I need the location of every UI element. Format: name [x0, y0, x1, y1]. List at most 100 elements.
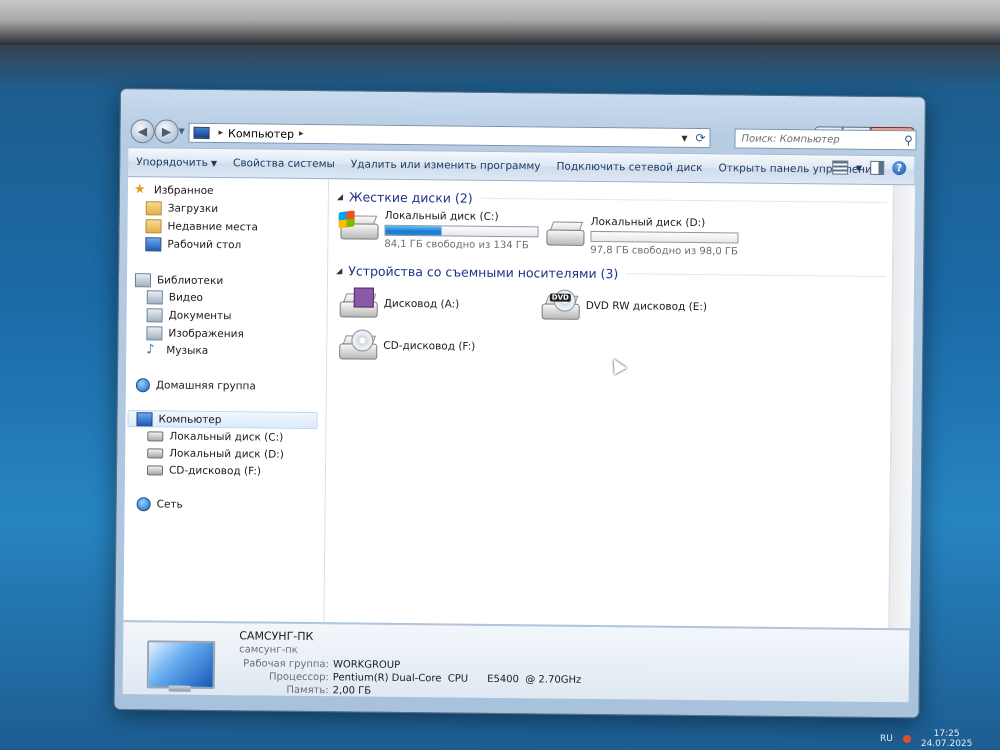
breadcrumb-computer[interactable]: Компьютер: [228, 127, 294, 141]
dvd-drive-icon: DVD: [540, 289, 580, 321]
sidebar-item-label: Изображения: [168, 327, 244, 340]
drive-tile-dvd[interactable]: DVD DVD RW дисковод (E:): [540, 289, 708, 323]
refresh-icon[interactable]: ⟳: [695, 131, 705, 145]
recent-places-icon: [145, 218, 162, 233]
collapse-triangle-icon[interactable]: ◢: [337, 192, 343, 201]
dvd-drive-name: DVD RW дисковод (E:): [585, 299, 708, 314]
pictures-library-icon: [146, 325, 163, 340]
details-pane: САМСУНГ-ПК самсунг-пк Рабочая группа: WOR…: [122, 621, 910, 703]
map-network-drive-button[interactable]: Подключить сетевой диск: [548, 160, 710, 175]
sidebar-item-label: Рабочий стол: [167, 238, 242, 251]
drive-c-icon: [147, 430, 164, 441]
computer-subname: самсунг-пк: [239, 644, 298, 656]
sidebar-item-video[interactable]: Видео: [146, 288, 329, 307]
detail-value: WORKGROUP: [332, 659, 401, 671]
group-title: Жесткие диски (2): [348, 188, 473, 206]
hard-drive-icon: [544, 215, 585, 247]
computer-icon: [193, 126, 210, 139]
detail-key: Память:: [286, 684, 329, 697]
sidebar-item-label: Недавние места: [167, 220, 259, 233]
sidebar-item-downloads[interactable]: Загрузки: [145, 199, 329, 218]
drive-tile-d[interactable]: Локальный диск (D:) 97,8 ГБ свободно из …: [544, 215, 739, 258]
view-dropdown-icon[interactable]: ▼: [856, 163, 862, 172]
language-indicator[interactable]: RU: [880, 734, 893, 744]
video-library-icon: [146, 289, 163, 304]
network-icon: [136, 496, 151, 511]
cd-drive-icon: [337, 329, 378, 361]
documents-library-icon: [146, 307, 163, 322]
notification-icon[interactable]: [902, 735, 911, 743]
drive-c-free-space: 84,1 ГБ свободно из 134 ГБ: [384, 238, 529, 252]
preview-pane-icon[interactable]: [870, 160, 885, 176]
sidebar-favorites[interactable]: ★ Избранное: [134, 181, 329, 200]
sidebar-item-label: Компьютер: [158, 412, 222, 426]
cd-drive-name: CD-дисковод (F:): [383, 339, 476, 353]
computer-name: САМСУНГ-ПК: [239, 629, 314, 644]
computer-icon: [136, 411, 153, 426]
drive-c-name: Локальный диск (C:): [384, 209, 499, 223]
system-properties-button[interactable]: Свойства системы: [225, 157, 343, 170]
drive-tile-cd[interactable]: CD-дисковод (F:): [337, 329, 475, 362]
sidebar-item-label: Локальный диск (D:): [169, 447, 284, 461]
sidebar-item-label: Избранное: [153, 183, 214, 197]
clock-time: 17:25: [933, 729, 960, 739]
sidebar-network[interactable]: Сеть: [136, 495, 329, 514]
cd-drive-icon: [146, 464, 164, 475]
clock[interactable]: 17:25 24.07.2025: [921, 729, 973, 749]
detail-key: Рабочая группа:: [243, 658, 330, 671]
group-header-removable[interactable]: ◢ Устройства со съемными носителями (3): [336, 261, 887, 285]
group-divider: [626, 272, 887, 277]
group-divider: [480, 197, 887, 203]
sidebar-libraries[interactable]: Библиотеки: [134, 271, 329, 290]
sidebar-item-label: Музыка: [166, 343, 209, 357]
drive-tile-floppy[interactable]: Дисковод (A:): [338, 287, 460, 320]
drive-d-free-space: 97,8 ГБ свободно из 98,0 ГБ: [590, 244, 738, 258]
drive-d-usage-bar: [590, 230, 739, 244]
sidebar-item-recent[interactable]: Недавние места: [145, 217, 329, 236]
computer-monitor-icon: [146, 640, 216, 690]
history-dropdown-icon[interactable]: ▼: [179, 127, 185, 136]
downloads-folder-icon: [145, 200, 162, 215]
mouse-cursor-icon: [607, 355, 627, 375]
breadcrumb-chevron-icon[interactable]: ▸: [299, 129, 304, 139]
change-view-icon[interactable]: [831, 160, 849, 175]
detail-key: Процессор:: [269, 671, 329, 684]
address-bar[interactable]: ▸ Компьютер ▸ ▼ ⟳: [188, 122, 711, 149]
drive-d-name: Локальный диск (D:): [590, 215, 706, 230]
detail-value: 2,00 ГБ: [332, 685, 372, 697]
sidebar-item-drive-d[interactable]: Локальный диск (D:): [147, 444, 329, 463]
detail-row-memory: Память: 2,00 ГБ: [239, 684, 639, 699]
search-icon[interactable]: ⚲: [901, 133, 915, 147]
group-header-hard-drives[interactable]: ◢ Жесткие диски (2): [337, 187, 887, 211]
detail-value: Pentium(R) Dual-Core CPU E5400 @ 2.70GHz: [332, 672, 582, 686]
sidebar-item-music[interactable]: ♪ Музыка: [146, 341, 329, 360]
system-tray: RU 17:25 24.07.2025: [880, 728, 1000, 750]
sidebar-item-label: Домашняя группа: [155, 378, 256, 392]
sidebar-item-drive-c[interactable]: Локальный диск (C:): [147, 427, 329, 446]
help-icon[interactable]: ?: [892, 161, 907, 176]
address-dropdown-icon[interactable]: ▼: [681, 133, 687, 142]
sidebar-item-pictures[interactable]: Изображения: [146, 324, 329, 343]
sidebar-computer[interactable]: Компьютер: [127, 410, 318, 430]
sidebar-homegroup[interactable]: Домашняя группа: [135, 376, 329, 395]
breadcrumb-separator-icon[interactable]: ▸: [218, 128, 223, 138]
forward-button[interactable]: ▶: [154, 119, 179, 144]
search-input[interactable]: Поиск: Компьютер: [735, 133, 901, 146]
sidebar-item-documents[interactable]: Документы: [146, 306, 330, 325]
navigation-pane: ★ Избранное Загрузки Недавние места Рабоч…: [123, 177, 330, 623]
drive-tile-c[interactable]: Локальный диск (C:) 84,1 ГБ свободно из …: [338, 209, 539, 252]
collapse-triangle-icon[interactable]: ◢: [336, 266, 342, 275]
floppy-drive-name: Дисковод (A:): [383, 297, 460, 311]
sidebar-item-desktop[interactable]: Рабочий стол: [145, 235, 329, 254]
organize-menu-button[interactable]: Упорядочить ▼: [128, 156, 225, 169]
back-button[interactable]: ◀: [130, 119, 155, 144]
uninstall-program-button[interactable]: Удалить или изменить программу: [343, 158, 549, 172]
organize-label: Упорядочить: [136, 156, 208, 169]
vertical-scrollbar[interactable]: [888, 185, 916, 629]
search-box[interactable]: Поиск: Компьютер ⚲: [734, 128, 917, 151]
libraries-icon: [134, 272, 152, 287]
drive-d-icon: [147, 447, 164, 458]
clock-date: 24.07.2025: [920, 739, 973, 749]
sidebar-item-cd-drive[interactable]: CD-дисковод (F:): [146, 461, 329, 480]
desktop-icon: [145, 236, 162, 251]
